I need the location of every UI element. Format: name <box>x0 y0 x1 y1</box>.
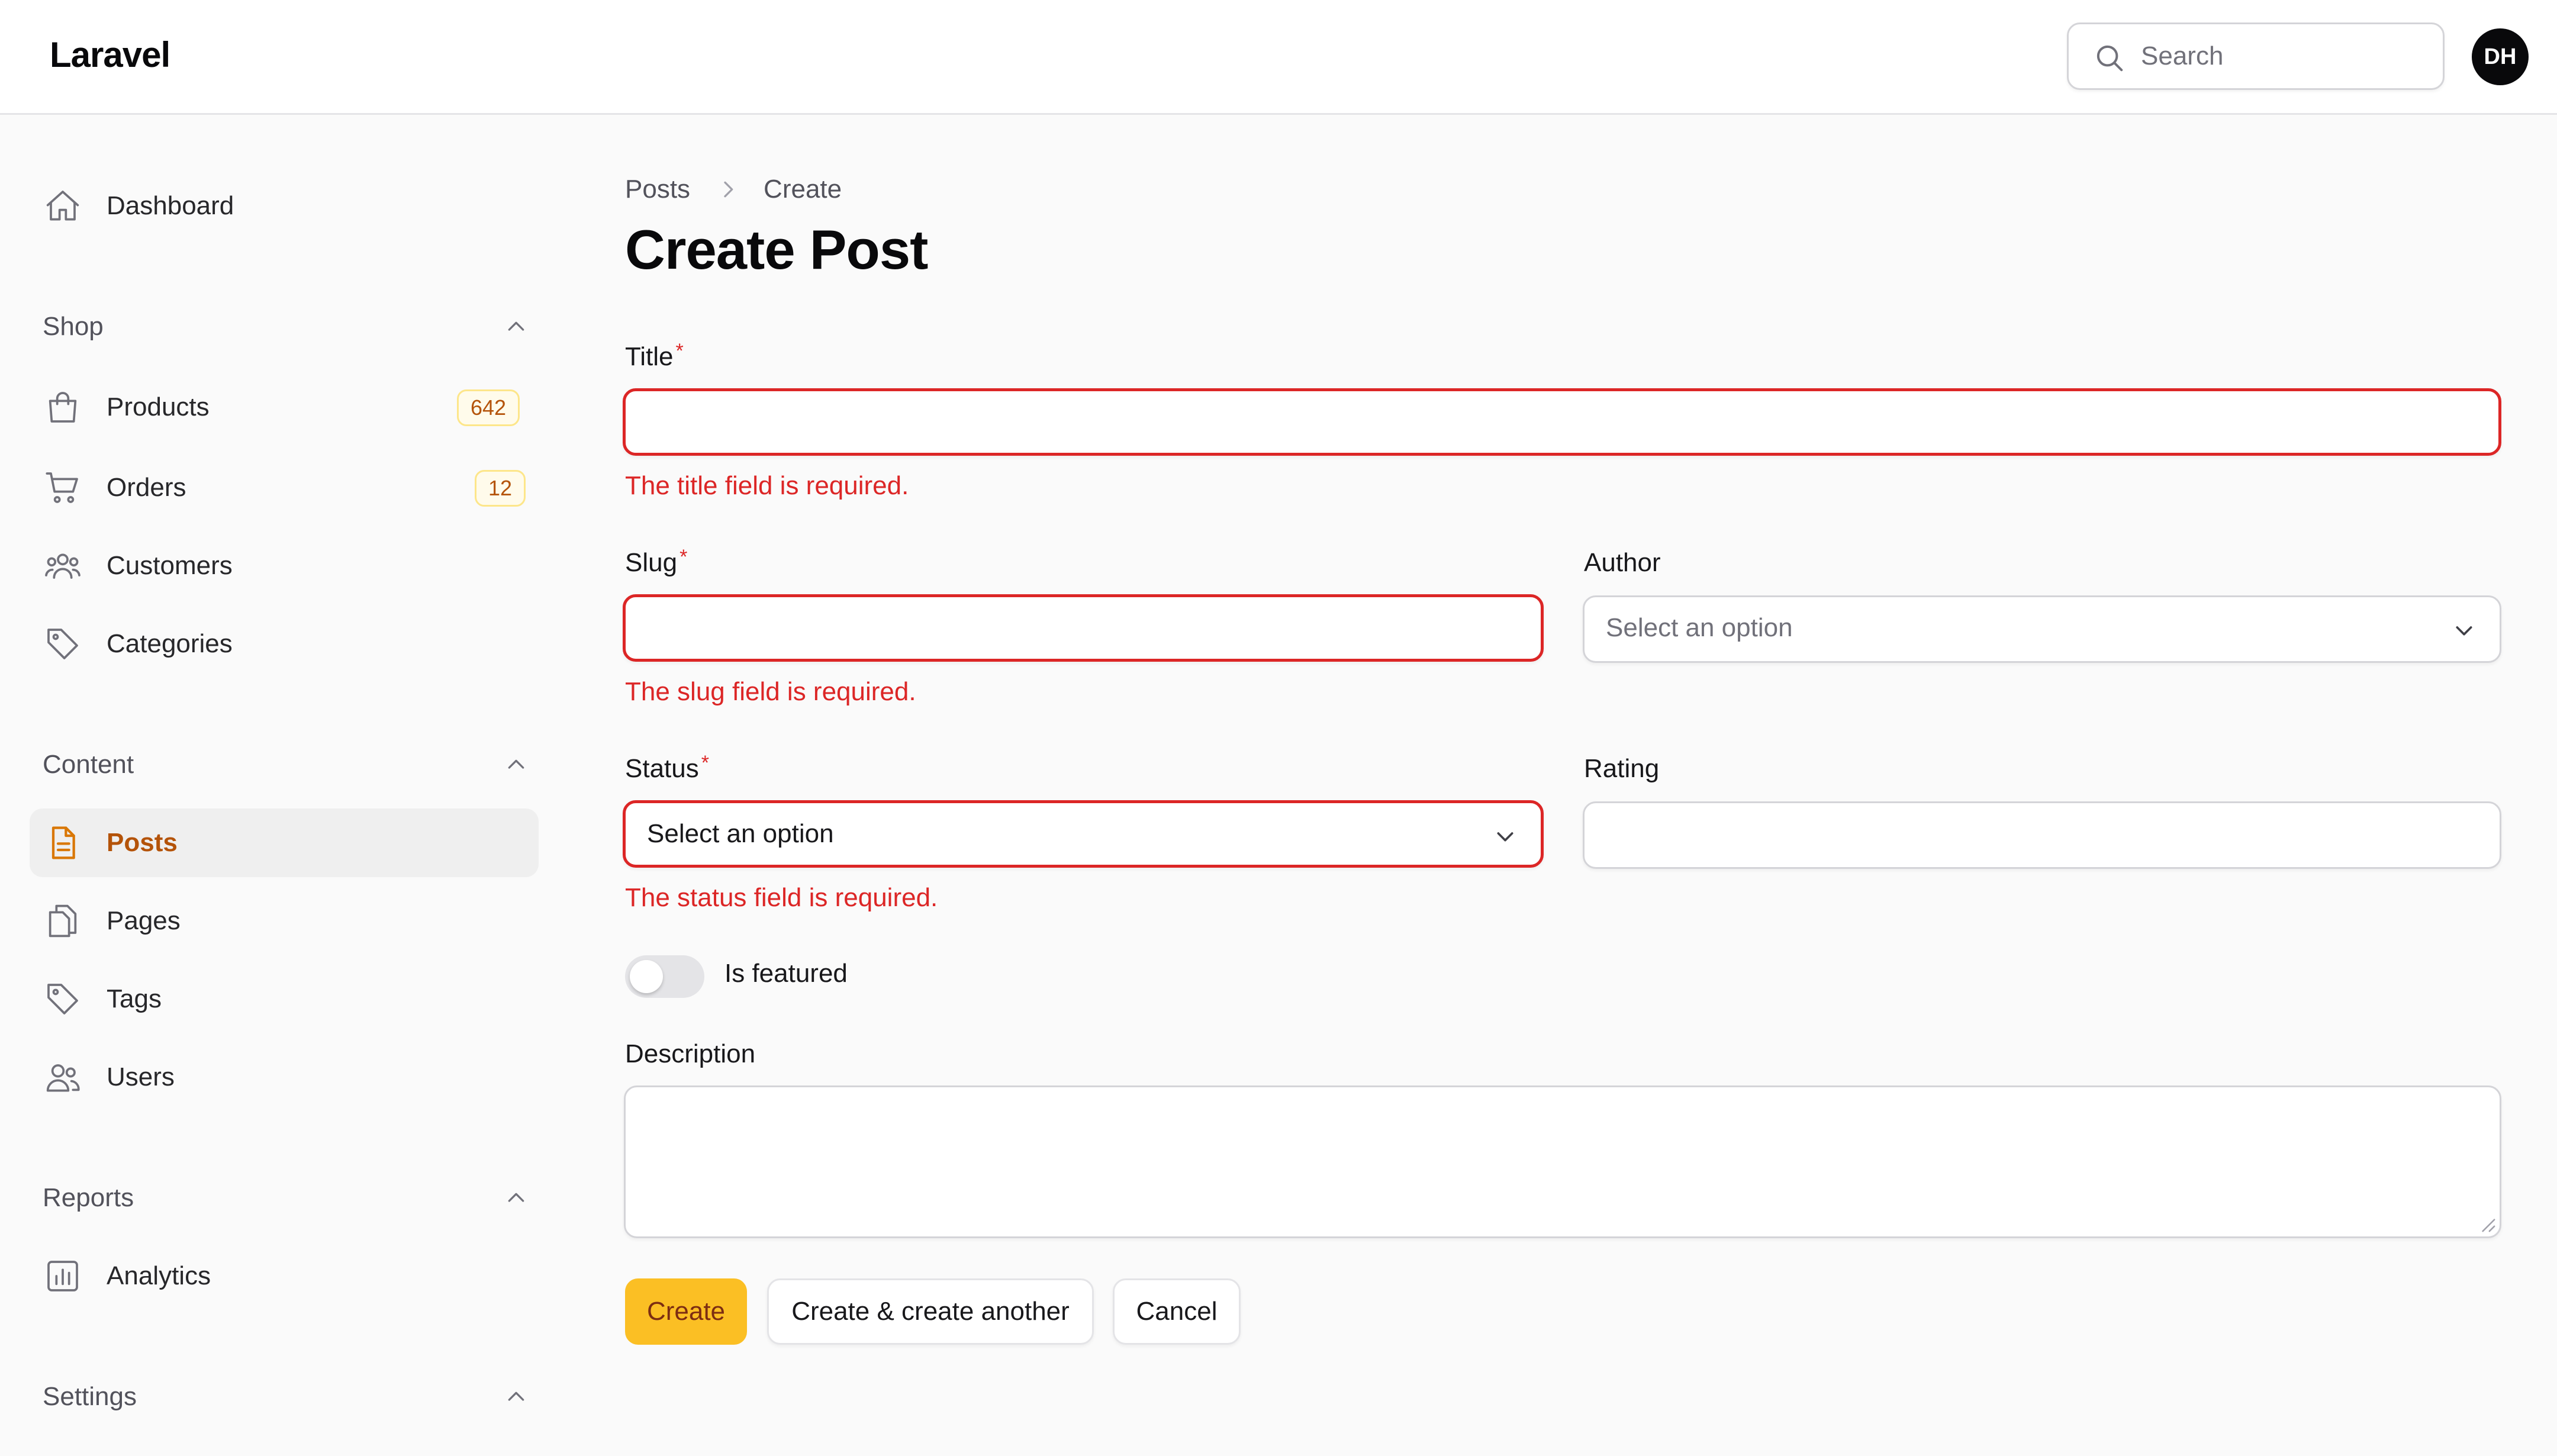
sidebar-item-products[interactable]: Products 642 <box>30 373 539 442</box>
chevron-down-icon <box>1497 832 1513 842</box>
document-duplicate-icon <box>49 904 77 938</box>
sidebar-group-shop[interactable]: Shop <box>43 303 528 350</box>
chevron-up-icon[interactable] <box>504 1385 528 1409</box>
sidebar-item-analytics[interactable]: Analytics <box>30 1242 539 1310</box>
author-select[interactable]: Select an option <box>1583 595 2501 663</box>
sidebar: Dashboard Shop Products 642 Orders 12 Cu… <box>0 115 568 1456</box>
title-error: The title field is required. <box>625 471 909 500</box>
required-marker: * <box>675 340 684 362</box>
slug-field[interactable] <box>623 594 1544 662</box>
required-marker: * <box>679 546 688 568</box>
sidebar-item-tags[interactable]: Tags <box>30 965 539 1033</box>
is-featured-label: Is featured <box>724 959 848 988</box>
home-icon <box>46 191 79 221</box>
sidebar-item-label: Dashboard <box>107 191 234 220</box>
group-label: Shop <box>43 312 104 341</box>
is-featured-toggle[interactable] <box>625 955 704 998</box>
required-marker: * <box>701 752 709 774</box>
breadcrumb-posts-link[interactable]: Posts <box>625 175 690 204</box>
rating-label: Rating <box>1584 754 1660 783</box>
create-another-button[interactable]: Create & create another <box>767 1278 1094 1345</box>
chevron-up-icon[interactable] <box>504 1186 528 1210</box>
sidebar-item-dashboard[interactable]: Dashboard <box>30 172 539 240</box>
user-avatar[interactable]: DH <box>2472 28 2529 85</box>
sidebar-item-label: Categories <box>107 629 233 658</box>
shopping-cart-icon <box>46 472 78 503</box>
sidebar-item-orders[interactable]: Orders 12 <box>30 453 539 522</box>
document-text-icon <box>51 826 75 859</box>
create-button[interactable]: Create <box>625 1278 747 1345</box>
chevron-up-icon[interactable] <box>504 315 528 339</box>
topbar: Laravel DH <box>0 0 2557 115</box>
author-label: Author <box>1584 548 1661 577</box>
breadcrumb: Posts Create <box>625 172 842 207</box>
user-group-icon <box>45 553 80 579</box>
search-input[interactable] <box>2141 24 2431 88</box>
tag-icon <box>47 629 78 659</box>
chevron-right-icon <box>724 181 733 198</box>
search-icon <box>2097 45 2123 72</box>
slug-label: Slug * <box>625 546 688 577</box>
group-label: Reports <box>43 1183 134 1212</box>
description-label: Description <box>625 1039 756 1068</box>
description-textarea[interactable] <box>624 1085 2501 1238</box>
sidebar-item-users[interactable]: Users <box>30 1043 539 1112</box>
sidebar-item-customers[interactable]: Customers <box>30 531 539 600</box>
sidebar-group-settings[interactable]: Settings <box>43 1373 528 1420</box>
users-icon <box>46 1064 80 1092</box>
group-label: Settings <box>43 1382 137 1411</box>
tag-icon <box>47 984 78 1014</box>
toggle-knob <box>630 960 663 993</box>
sidebar-group-reports[interactable]: Reports <box>43 1174 528 1222</box>
sidebar-item-label: Tags <box>107 984 162 1013</box>
sidebar-item-categories[interactable]: Categories <box>30 610 539 678</box>
cancel-button[interactable]: Cancel <box>1113 1278 1241 1345</box>
sidebar-item-label: Customers <box>107 551 233 580</box>
status-select[interactable]: Select an option <box>623 800 1544 868</box>
title-field[interactable] <box>623 388 2501 456</box>
sidebar-item-label: Products <box>107 392 210 421</box>
sidebar-item-posts[interactable]: Posts <box>30 808 539 877</box>
count-badge: 12 <box>475 470 526 507</box>
count-badge: 642 <box>457 389 520 426</box>
breadcrumb-current: Create <box>764 175 842 204</box>
sidebar-item-label: Pages <box>107 906 181 935</box>
title-label: Title * <box>625 340 684 371</box>
status-label: Status * <box>625 752 709 783</box>
sidebar-group-content[interactable]: Content <box>43 741 528 788</box>
chevron-up-icon[interactable] <box>504 753 528 777</box>
author-placeholder: Select an option <box>1606 613 1793 642</box>
page-title: Create Post <box>625 218 928 281</box>
status-selected-value: Select an option <box>647 819 834 848</box>
sidebar-item-label: Users <box>107 1062 175 1091</box>
brand-logo[interactable]: Laravel <box>50 34 170 75</box>
sidebar-item-label: Analytics <box>107 1261 211 1290</box>
sidebar-item-label: Posts <box>107 828 178 857</box>
chart-bar-icon <box>47 1261 78 1291</box>
rating-field[interactable] <box>1583 801 2501 869</box>
sidebar-item-pages[interactable]: Pages <box>30 887 539 955</box>
chevron-down-icon <box>2456 626 2472 636</box>
status-error: The status field is required. <box>625 883 938 912</box>
group-label: Content <box>43 750 134 779</box>
sidebar-item-label: Orders <box>107 473 186 502</box>
slug-error: The slug field is required. <box>625 677 916 706</box>
resize-handle-icon[interactable] <box>2479 1216 2496 1233</box>
search-box[interactable] <box>2067 22 2445 90</box>
shopping-bag-icon <box>49 392 77 423</box>
